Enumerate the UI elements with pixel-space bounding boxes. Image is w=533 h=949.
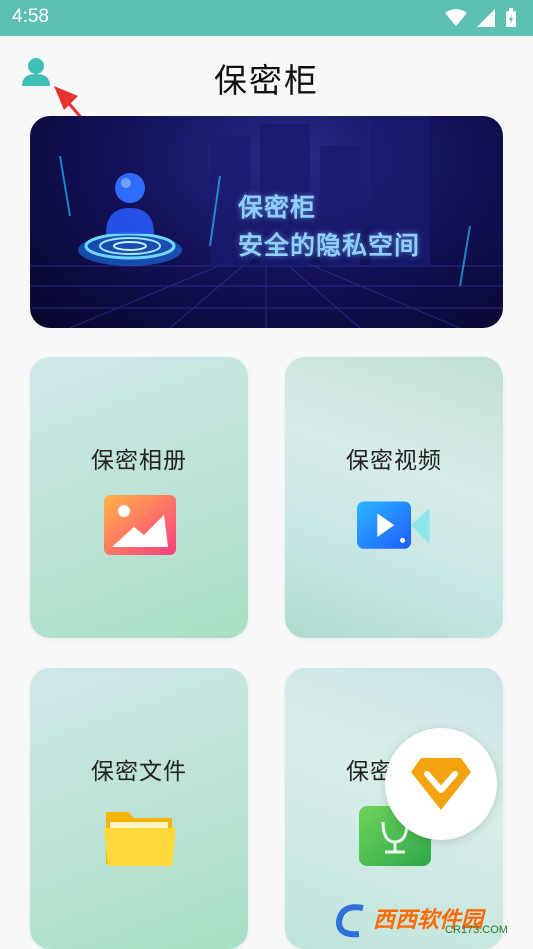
folder-icon bbox=[104, 812, 176, 866]
diamond-vip-icon bbox=[411, 758, 471, 810]
watermark-logo-icon bbox=[335, 904, 364, 938]
cellular-signal-icon bbox=[477, 9, 495, 27]
status-bar: 4:58 bbox=[0, 0, 533, 36]
page-title: 保密柜 bbox=[214, 61, 319, 100]
private-video-card[interactable]: 保密视频 bbox=[285, 357, 503, 638]
hero-banner[interactable]: 保密柜 安全的隐私空间 bbox=[30, 116, 503, 328]
card-label: 保密相册 bbox=[91, 448, 187, 474]
private-album-card[interactable]: 保密相册 bbox=[30, 357, 248, 638]
app-header: 保密柜 bbox=[0, 36, 533, 112]
photo-album-icon bbox=[104, 495, 176, 555]
card-label: 保密文件 bbox=[91, 759, 187, 785]
banner-title: 保密柜 bbox=[238, 193, 317, 222]
battery-icon bbox=[506, 8, 516, 27]
banner-subtitle: 安全的隐私空间 bbox=[238, 231, 421, 260]
watermark-sub: CR173.COM bbox=[445, 924, 508, 936]
vip-floating-button[interactable] bbox=[385, 728, 497, 840]
status-time: 4:58 bbox=[12, 6, 49, 27]
video-camera-icon bbox=[357, 501, 430, 549]
watermark: 西西软件园 CR173.COM bbox=[333, 898, 513, 942]
status-icons bbox=[445, 8, 517, 28]
private-files-card[interactable]: 保密文件 bbox=[30, 668, 248, 949]
card-label: 保密视频 bbox=[346, 448, 442, 474]
wifi-icon bbox=[445, 9, 467, 26]
